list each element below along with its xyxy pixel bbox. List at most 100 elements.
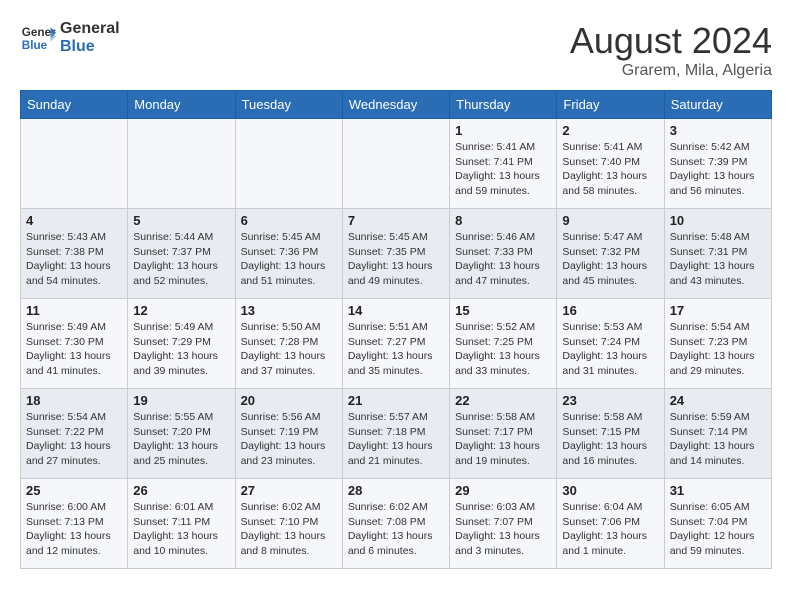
svg-text:Blue: Blue: [22, 39, 48, 52]
calendar-cell: 8Sunrise: 5:46 AMSunset: 7:33 PMDaylight…: [450, 209, 557, 299]
page-header: General Blue General Blue August 2024 Gr…: [20, 20, 772, 80]
calendar-cell: [128, 119, 235, 209]
calendar-cell: 13Sunrise: 5:50 AMSunset: 7:28 PMDayligh…: [235, 299, 342, 389]
calendar-cell: 12Sunrise: 5:49 AMSunset: 7:29 PMDayligh…: [128, 299, 235, 389]
calendar-cell: 26Sunrise: 6:01 AMSunset: 7:11 PMDayligh…: [128, 479, 235, 569]
day-info: Sunrise: 5:58 AMSunset: 7:17 PMDaylight:…: [455, 410, 551, 469]
calendar-cell: 10Sunrise: 5:48 AMSunset: 7:31 PMDayligh…: [664, 209, 771, 299]
calendar-cell: 20 Sunrise: 5:56 AMSunset: 7:19 PMDayligh…: [235, 389, 342, 479]
week-row-3: 11 Sunrise: 5:49 AMSunset: 7:30 PMDayligh…: [21, 299, 772, 389]
logo-line2: Blue: [60, 38, 120, 56]
day-info: Sunrise: 5:58 AMSunset: 7:15 PMDaylight:…: [562, 410, 658, 469]
calendar-cell: 14 Sunrise: 5:51 AMSunset: 7:27 PMDayligh…: [342, 299, 449, 389]
day-info: Sunrise: 5:59 AMSunset: 7:14 PMDaylight:…: [670, 410, 766, 469]
calendar-cell: 11 Sunrise: 5:49 AMSunset: 7:30 PMDayligh…: [21, 299, 128, 389]
weekday-header-wednesday: Wednesday: [342, 91, 449, 119]
day-info: Sunrise: 5:52 AMSunset: 7:25 PMDaylight:…: [455, 320, 551, 379]
weekday-header-row: SundayMondayTuesdayWednesdayThursdayFrid…: [21, 91, 772, 119]
calendar-body: 1 Sunrise: 5:41 AMSunset: 7:41 PMDaylight…: [21, 119, 772, 569]
day-info: Sunrise: 5:46 AMSunset: 7:33 PMDaylight:…: [455, 230, 551, 289]
calendar-cell: 25 Sunrise: 6:00 AMSunset: 7:13 PMDayligh…: [21, 479, 128, 569]
day-number: 20: [241, 393, 337, 408]
day-info: Sunrise: 6:00 AMSunset: 7:13 PMDaylight:…: [26, 500, 122, 559]
calendar-cell: 22 Sunrise: 5:58 AMSunset: 7:17 PMDayligh…: [450, 389, 557, 479]
calendar-cell: 31 Sunrise: 6:05 AMSunset: 7:04 PMDayligh…: [664, 479, 771, 569]
day-number: 6: [241, 213, 337, 228]
day-info: Sunrise: 5:44 AMSunset: 7:37 PMDaylight:…: [133, 230, 229, 289]
day-info: Sunrise: 5:41 AMSunset: 7:40 PMDaylight:…: [562, 140, 658, 199]
day-number: 9: [562, 213, 658, 228]
day-number: 3: [670, 123, 766, 138]
day-number: 26: [133, 483, 229, 498]
calendar-cell: 15Sunrise: 5:52 AMSunset: 7:25 PMDayligh…: [450, 299, 557, 389]
calendar-table: SundayMondayTuesdayWednesdayThursdayFrid…: [20, 90, 772, 569]
day-info: Sunrise: 5:56 AMSunset: 7:19 PMDaylight:…: [241, 410, 337, 469]
day-number: 25: [26, 483, 122, 498]
day-info: Sunrise: 5:45 AMSunset: 7:35 PMDaylight:…: [348, 230, 444, 289]
weekday-header-tuesday: Tuesday: [235, 91, 342, 119]
calendar-cell: [342, 119, 449, 209]
day-number: 7: [348, 213, 444, 228]
day-info: Sunrise: 5:54 AMSunset: 7:23 PMDaylight:…: [670, 320, 766, 379]
day-info: Sunrise: 5:45 AMSunset: 7:36 PMDaylight:…: [241, 230, 337, 289]
day-info: Sunrise: 5:41 AMSunset: 7:41 PMDaylight:…: [455, 140, 551, 199]
calendar-cell: 2 Sunrise: 5:41 AMSunset: 7:40 PMDaylight…: [557, 119, 664, 209]
calendar-cell: 4 Sunrise: 5:43 AMSunset: 7:38 PMDaylight…: [21, 209, 128, 299]
calendar-cell: 7 Sunrise: 5:45 AMSunset: 7:35 PMDaylight…: [342, 209, 449, 299]
calendar-cell: [235, 119, 342, 209]
day-number: 28: [348, 483, 444, 498]
day-number: 1: [455, 123, 551, 138]
day-number: 14: [348, 303, 444, 318]
calendar-cell: 28 Sunrise: 6:02 AMSunset: 7:08 PMDayligh…: [342, 479, 449, 569]
day-number: 5: [133, 213, 229, 228]
month-title: August 2024: [570, 20, 772, 62]
calendar-cell: 1 Sunrise: 5:41 AMSunset: 7:41 PMDaylight…: [450, 119, 557, 209]
day-info: Sunrise: 6:03 AMSunset: 7:07 PMDaylight:…: [455, 500, 551, 559]
day-number: 16: [562, 303, 658, 318]
day-info: Sunrise: 6:02 AMSunset: 7:08 PMDaylight:…: [348, 500, 444, 559]
weekday-header-saturday: Saturday: [664, 91, 771, 119]
day-number: 12: [133, 303, 229, 318]
day-number: 23: [562, 393, 658, 408]
weekday-header-friday: Friday: [557, 91, 664, 119]
day-number: 22: [455, 393, 551, 408]
calendar-cell: 27Sunrise: 6:02 AMSunset: 7:10 PMDayligh…: [235, 479, 342, 569]
day-number: 31: [670, 483, 766, 498]
day-number: 11: [26, 303, 122, 318]
calendar-cell: 24Sunrise: 5:59 AMSunset: 7:14 PMDayligh…: [664, 389, 771, 479]
logo: General Blue General Blue: [20, 20, 120, 56]
day-number: 2: [562, 123, 658, 138]
week-row-4: 18 Sunrise: 5:54 AMSunset: 7:22 PMDayligh…: [21, 389, 772, 479]
calendar-cell: 21 Sunrise: 5:57 AMSunset: 7:18 PMDayligh…: [342, 389, 449, 479]
calendar-cell: [21, 119, 128, 209]
calendar-cell: 23 Sunrise: 5:58 AMSunset: 7:15 PMDayligh…: [557, 389, 664, 479]
day-number: 13: [241, 303, 337, 318]
day-info: Sunrise: 5:49 AMSunset: 7:30 PMDaylight:…: [26, 320, 122, 379]
calendar-cell: 29 Sunrise: 6:03 AMSunset: 7:07 PMDayligh…: [450, 479, 557, 569]
title-block: August 2024 Grarem, Mila, Algeria: [570, 20, 772, 80]
day-info: Sunrise: 5:51 AMSunset: 7:27 PMDaylight:…: [348, 320, 444, 379]
day-number: 19: [133, 393, 229, 408]
calendar-cell: 3 Sunrise: 5:42 AMSunset: 7:39 PMDaylight…: [664, 119, 771, 209]
day-number: 21: [348, 393, 444, 408]
day-info: Sunrise: 5:47 AMSunset: 7:32 PMDaylight:…: [562, 230, 658, 289]
day-info: Sunrise: 5:54 AMSunset: 7:22 PMDaylight:…: [26, 410, 122, 469]
week-row-2: 4 Sunrise: 5:43 AMSunset: 7:38 PMDaylight…: [21, 209, 772, 299]
calendar-cell: 16Sunrise: 5:53 AMSunset: 7:24 PMDayligh…: [557, 299, 664, 389]
day-info: Sunrise: 5:43 AMSunset: 7:38 PMDaylight:…: [26, 230, 122, 289]
day-number: 4: [26, 213, 122, 228]
day-number: 30: [562, 483, 658, 498]
day-number: 18: [26, 393, 122, 408]
weekday-header-thursday: Thursday: [450, 91, 557, 119]
location: Grarem, Mila, Algeria: [570, 62, 772, 80]
day-info: Sunrise: 5:42 AMSunset: 7:39 PMDaylight:…: [670, 140, 766, 199]
day-info: Sunrise: 6:04 AMSunset: 7:06 PMDaylight:…: [562, 500, 658, 559]
day-number: 29: [455, 483, 551, 498]
day-info: Sunrise: 5:48 AMSunset: 7:31 PMDaylight:…: [670, 230, 766, 289]
logo-line1: General: [60, 20, 120, 38]
calendar-cell: 19Sunrise: 5:55 AMSunset: 7:20 PMDayligh…: [128, 389, 235, 479]
week-row-5: 25 Sunrise: 6:00 AMSunset: 7:13 PMDayligh…: [21, 479, 772, 569]
weekday-header-sunday: Sunday: [21, 91, 128, 119]
day-info: Sunrise: 5:57 AMSunset: 7:18 PMDaylight:…: [348, 410, 444, 469]
day-info: Sunrise: 6:05 AMSunset: 7:04 PMDaylight:…: [670, 500, 766, 559]
